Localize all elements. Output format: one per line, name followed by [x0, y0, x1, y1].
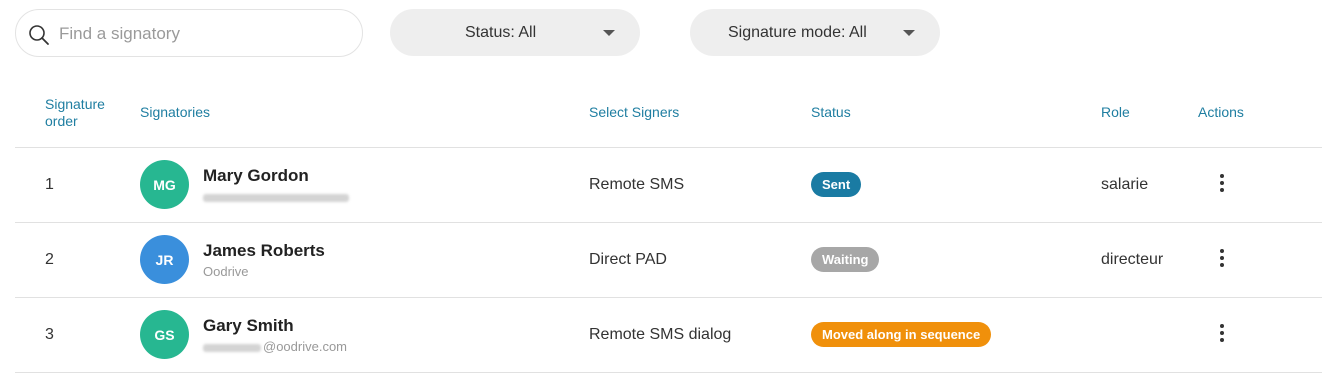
status-filter-label: Status: All — [465, 24, 537, 41]
signature-mode-filter-dropdown[interactable]: Signature mode: All — [690, 9, 940, 56]
signature-mode-filter-label: Signature mode: All — [728, 24, 867, 41]
header-select-signers[interactable]: Select Signers — [589, 104, 679, 121]
avatar: MG — [140, 160, 189, 209]
header-actions: Actions — [1198, 104, 1244, 120]
status-badge: Sent — [811, 172, 862, 197]
signature-order: 1 — [45, 176, 54, 193]
signatory-organization: Oodrive — [203, 264, 249, 279]
more-vertical-icon[interactable] — [1211, 249, 1233, 271]
more-vertical-icon[interactable] — [1211, 174, 1233, 196]
header-status[interactable]: Status — [811, 104, 851, 121]
signer-mode: Direct PAD — [589, 251, 667, 268]
table-row[interactable]: 2 JR James Roberts Oodrive Direct PAD Wa… — [15, 223, 1322, 298]
status-badge: Moved along in sequence — [811, 322, 992, 347]
role: directeur — [1101, 251, 1164, 268]
status-filter-dropdown[interactable]: Status: All — [390, 9, 640, 56]
signature-order: 2 — [45, 251, 54, 268]
table-header: Signature order Signatories Select Signe… — [15, 80, 1322, 148]
search-box[interactable] — [15, 9, 363, 57]
header-role[interactable]: Role — [1101, 104, 1130, 121]
signatory-name: Mary Gordon — [203, 166, 309, 185]
more-vertical-icon[interactable] — [1211, 324, 1233, 346]
chevron-down-icon — [903, 30, 915, 36]
search-icon — [29, 25, 49, 45]
signatory-email: @oodrive.com — [203, 339, 347, 354]
signatory-name: James Roberts — [203, 241, 325, 260]
header-signature-order[interactable]: Signature order — [45, 96, 125, 130]
redacted-text — [203, 193, 349, 202]
email-domain: @oodrive.com — [263, 339, 348, 354]
filter-toolbar: Status: All Signature mode: All — [0, 0, 1339, 70]
chevron-down-icon — [603, 30, 615, 36]
table-row[interactable]: 3 GS Gary Smith @oodrive.com Remote SMS … — [15, 298, 1322, 373]
signature-order: 3 — [45, 326, 54, 343]
signer-mode: Remote SMS — [589, 176, 685, 193]
signatory-email-redacted — [203, 189, 351, 204]
status-badge: Waiting — [811, 247, 880, 272]
header-signatories[interactable]: Signatories — [140, 104, 210, 121]
redacted-text — [203, 343, 261, 352]
avatar: JR — [140, 235, 189, 284]
signatories-table: Signature order Signatories Select Signe… — [15, 80, 1322, 373]
signer-mode: Remote SMS dialog — [589, 326, 732, 343]
role: salarie — [1101, 176, 1149, 193]
table-row[interactable]: 1 MG Mary Gordon Remote SMS Sent salarie — [15, 148, 1322, 223]
signatory-name: Gary Smith — [203, 316, 294, 335]
avatar: GS — [140, 310, 189, 359]
search-input[interactable] — [57, 19, 351, 49]
